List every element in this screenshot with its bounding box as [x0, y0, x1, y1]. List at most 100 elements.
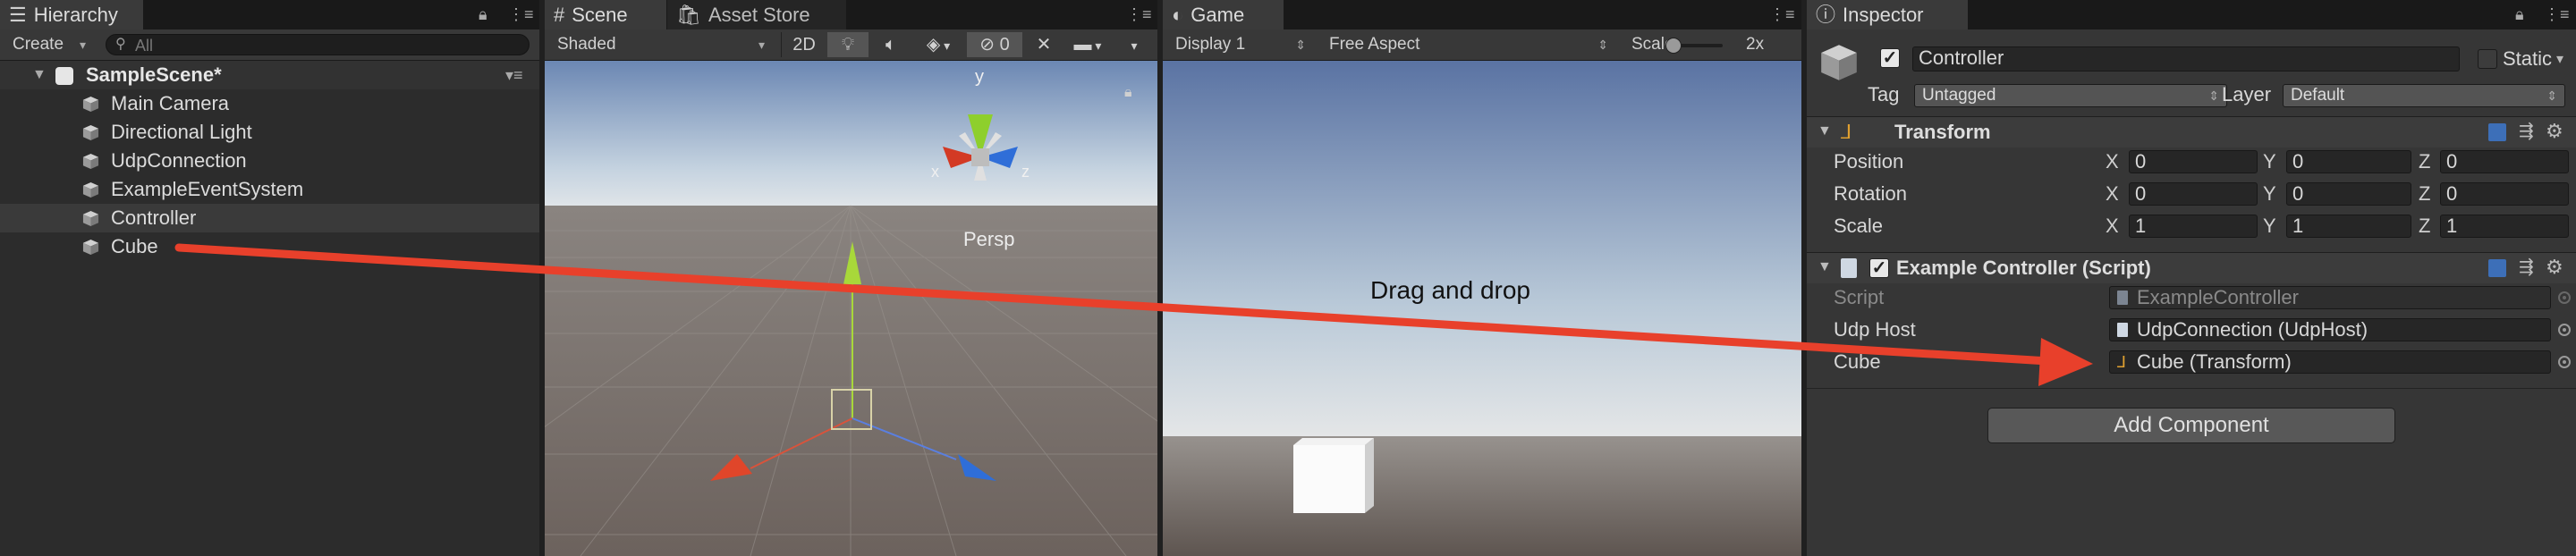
tag-dropdown[interactable]: Untagged ⇕	[1914, 84, 2227, 107]
persp-label[interactable]: Persp	[963, 228, 1014, 250]
create-dropdown[interactable]: Create ▾	[4, 32, 93, 57]
mode-2d-toggle[interactable]: 2D	[781, 32, 826, 57]
tab-scene[interactable]: # Scene	[545, 0, 666, 29]
panel-menu-icon[interactable]: ⋮≡	[1126, 0, 1152, 29]
game-toolbar: Display 1 ⇕ Free Aspect ⇕ Scale 2x	[1163, 29, 1801, 61]
preset-icon[interactable]: ⇶	[2519, 120, 2534, 142]
chevron-down-icon: ▾	[79, 38, 86, 52]
shading-mode-dropdown[interactable]: Shaded ▾	[548, 32, 772, 57]
hierarchy-item-cube[interactable]: Cube	[0, 232, 539, 261]
cube-field[interactable]: ⅃ Cube (Transform)	[2109, 350, 2551, 374]
gameobject-cube-icon	[82, 239, 99, 256]
panel-menu-icon[interactable]: ⋮≡	[1769, 0, 1795, 29]
tab-hierarchy[interactable]: ☰ Hierarchy	[0, 0, 143, 29]
gear-icon[interactable]: ⚙	[2546, 256, 2563, 279]
hierarchy-item-udp-connection[interactable]: UdpConnection	[0, 147, 539, 175]
axis-x-label[interactable]: X	[2106, 149, 2119, 174]
layer-dropdown[interactable]: Default ⇕	[2283, 84, 2565, 107]
foldout-arrow-icon[interactable]: ▼	[1818, 259, 1832, 275]
gear-icon[interactable]: ⚙	[2546, 120, 2563, 143]
hierarchy-toolbar: Create ▾ ⚲ All	[0, 29, 539, 61]
rotation-z-field[interactable]: 0	[2440, 182, 2569, 206]
effects-dropdown[interactable]: ◈ ▾	[913, 32, 963, 57]
scale-x-field[interactable]: 1	[2129, 215, 2258, 238]
hierarchy-item-directional-light[interactable]: Directional Light	[0, 118, 539, 147]
script-component-header[interactable]: ▼ ✓ Example Controller (Script) ⇶ ⚙	[1807, 252, 2576, 283]
scene-menu-icon[interactable]: ▾≡	[505, 61, 523, 89]
hidden-objects-toggle[interactable]: ⊘ 0	[967, 32, 1022, 57]
hierarchy-item-example-event-system[interactable]: ExampleEventSystem	[0, 175, 539, 204]
gizmo-tools-button[interactable]: ✕	[1026, 32, 1062, 57]
axis-x-label[interactable]: X	[2106, 181, 2119, 206]
transform-axes-icon: ⅃	[2117, 353, 2127, 371]
aspect-dropdown[interactable]: Free Aspect ⇕	[1320, 32, 1615, 57]
scale-y-field[interactable]: 1	[2286, 215, 2411, 238]
chevron-down-icon[interactable]: ▾	[2556, 50, 2563, 68]
axis-x-label[interactable]: X	[2106, 214, 2119, 239]
gizmo-x-label: x	[931, 163, 939, 181]
game-viewport[interactable]: Drag and drop	[1163, 61, 1801, 556]
script-label: Script	[1834, 286, 1885, 308]
lighting-toggle[interactable]: 💡︎	[827, 32, 869, 57]
tab-game[interactable]: ◐ Game	[1163, 0, 1284, 29]
foldout-arrow-icon[interactable]: ▼	[32, 61, 47, 89]
active-checkbox[interactable]: ✓	[1880, 48, 1900, 68]
info-icon: ⓘ	[1816, 4, 1836, 26]
gizmo-lock-icon[interactable]: 🔒︎	[1124, 83, 1132, 100]
object-picker-icon[interactable]	[2558, 324, 2571, 336]
hierarchy-item-controller[interactable]: Controller	[0, 204, 539, 232]
cube-label: Cube	[1834, 350, 1881, 373]
scale-z-field[interactable]: 1	[2440, 215, 2569, 238]
scene-row[interactable]: ▼ SampleScene* ▾≡	[0, 61, 539, 89]
add-component-button[interactable]: Add Component	[1987, 408, 2395, 443]
transform-axes-icon: ⅃	[1841, 121, 1852, 143]
preset-icon[interactable]: ⇶	[2519, 256, 2534, 278]
rotation-x-field[interactable]: 0	[2129, 182, 2258, 206]
axis-z-label[interactable]: Z	[2419, 214, 2430, 239]
hierarchy-item-main-camera[interactable]: Main Camera	[0, 89, 539, 118]
help-icon[interactable]	[2488, 259, 2506, 277]
axis-y-label[interactable]: Y	[2263, 149, 2276, 174]
object-picker-icon[interactable]	[2558, 356, 2571, 368]
position-y-field[interactable]: 0	[2286, 150, 2411, 173]
panel-menu-icon[interactable]: ⋮≡	[508, 0, 534, 29]
lock-icon[interactable]: 🔒︎	[2515, 0, 2524, 29]
gizmo-y-label: y	[975, 67, 984, 87]
lock-icon[interactable]: 🔒︎	[479, 0, 487, 29]
script-file-icon	[2117, 323, 2128, 337]
scale-value: 2x	[1746, 35, 1765, 54]
scale-slider[interactable]	[1665, 38, 1723, 54]
display-dropdown[interactable]: Display 1 ⇕	[1166, 32, 1313, 57]
scene-panel: # Scene 🛍︎ Asset Store ⋮≡ Shaded ▾ 2D 💡︎ 🔈︎…	[545, 0, 1157, 556]
scene-viewport[interactable]: y x z 🔒︎ Persp	[545, 61, 1157, 556]
object-name-field[interactable]: Controller	[1912, 46, 2460, 72]
panel-menu-icon[interactable]: ⋮≡	[2544, 0, 2570, 29]
position-x-field[interactable]: 0	[2129, 150, 2258, 173]
help-icon[interactable]	[2488, 123, 2506, 141]
script-enabled-checkbox[interactable]: ✓	[1869, 258, 1889, 278]
chevron-updown-icon: ⇕	[1597, 38, 1608, 52]
udp-host-field[interactable]: UdpConnection (UdpHost)	[2109, 318, 2551, 341]
axis-y-label[interactable]: Y	[2263, 181, 2276, 206]
transform-header[interactable]: ▼ ⅃ Transform ⇶ ⚙	[1807, 116, 2576, 147]
static-checkbox[interactable]	[2478, 49, 2497, 69]
scene-toolbar: Shaded ▾ 2D 💡︎ 🔈︎ ◈ ▾ ⊘ 0 ✕ ▬ ▾ ▾	[545, 29, 1157, 61]
rotation-y-field[interactable]: 0	[2286, 182, 2411, 206]
scene-sky	[545, 61, 1157, 206]
scene-name: SampleScene*	[86, 63, 222, 86]
layer-label: Layer	[2222, 83, 2272, 105]
tab-asset-store[interactable]: 🛍︎ Asset Store	[667, 0, 846, 29]
camera-dropdown[interactable]: ▬ ▾	[1065, 32, 1110, 57]
hierarchy-search-input[interactable]: ⚲ All	[106, 34, 530, 55]
audio-toggle[interactable]: 🔈︎	[870, 32, 911, 57]
scale-slider-thumb[interactable]	[1665, 38, 1682, 54]
position-z-field[interactable]: 0	[2440, 150, 2569, 173]
axis-y-label[interactable]: Y	[2263, 214, 2276, 239]
chevron-updown-icon: ⇕	[2208, 88, 2219, 103]
foldout-arrow-icon[interactable]: ▼	[1818, 123, 1832, 139]
tab-inspector[interactable]: ⓘ Inspector	[1807, 0, 1968, 29]
axis-z-label[interactable]: Z	[2419, 149, 2430, 174]
chevron-down-icon: ▾	[940, 38, 951, 53]
gizmos-dropdown[interactable]: ▾	[1114, 32, 1155, 57]
axis-z-label[interactable]: Z	[2419, 181, 2430, 206]
